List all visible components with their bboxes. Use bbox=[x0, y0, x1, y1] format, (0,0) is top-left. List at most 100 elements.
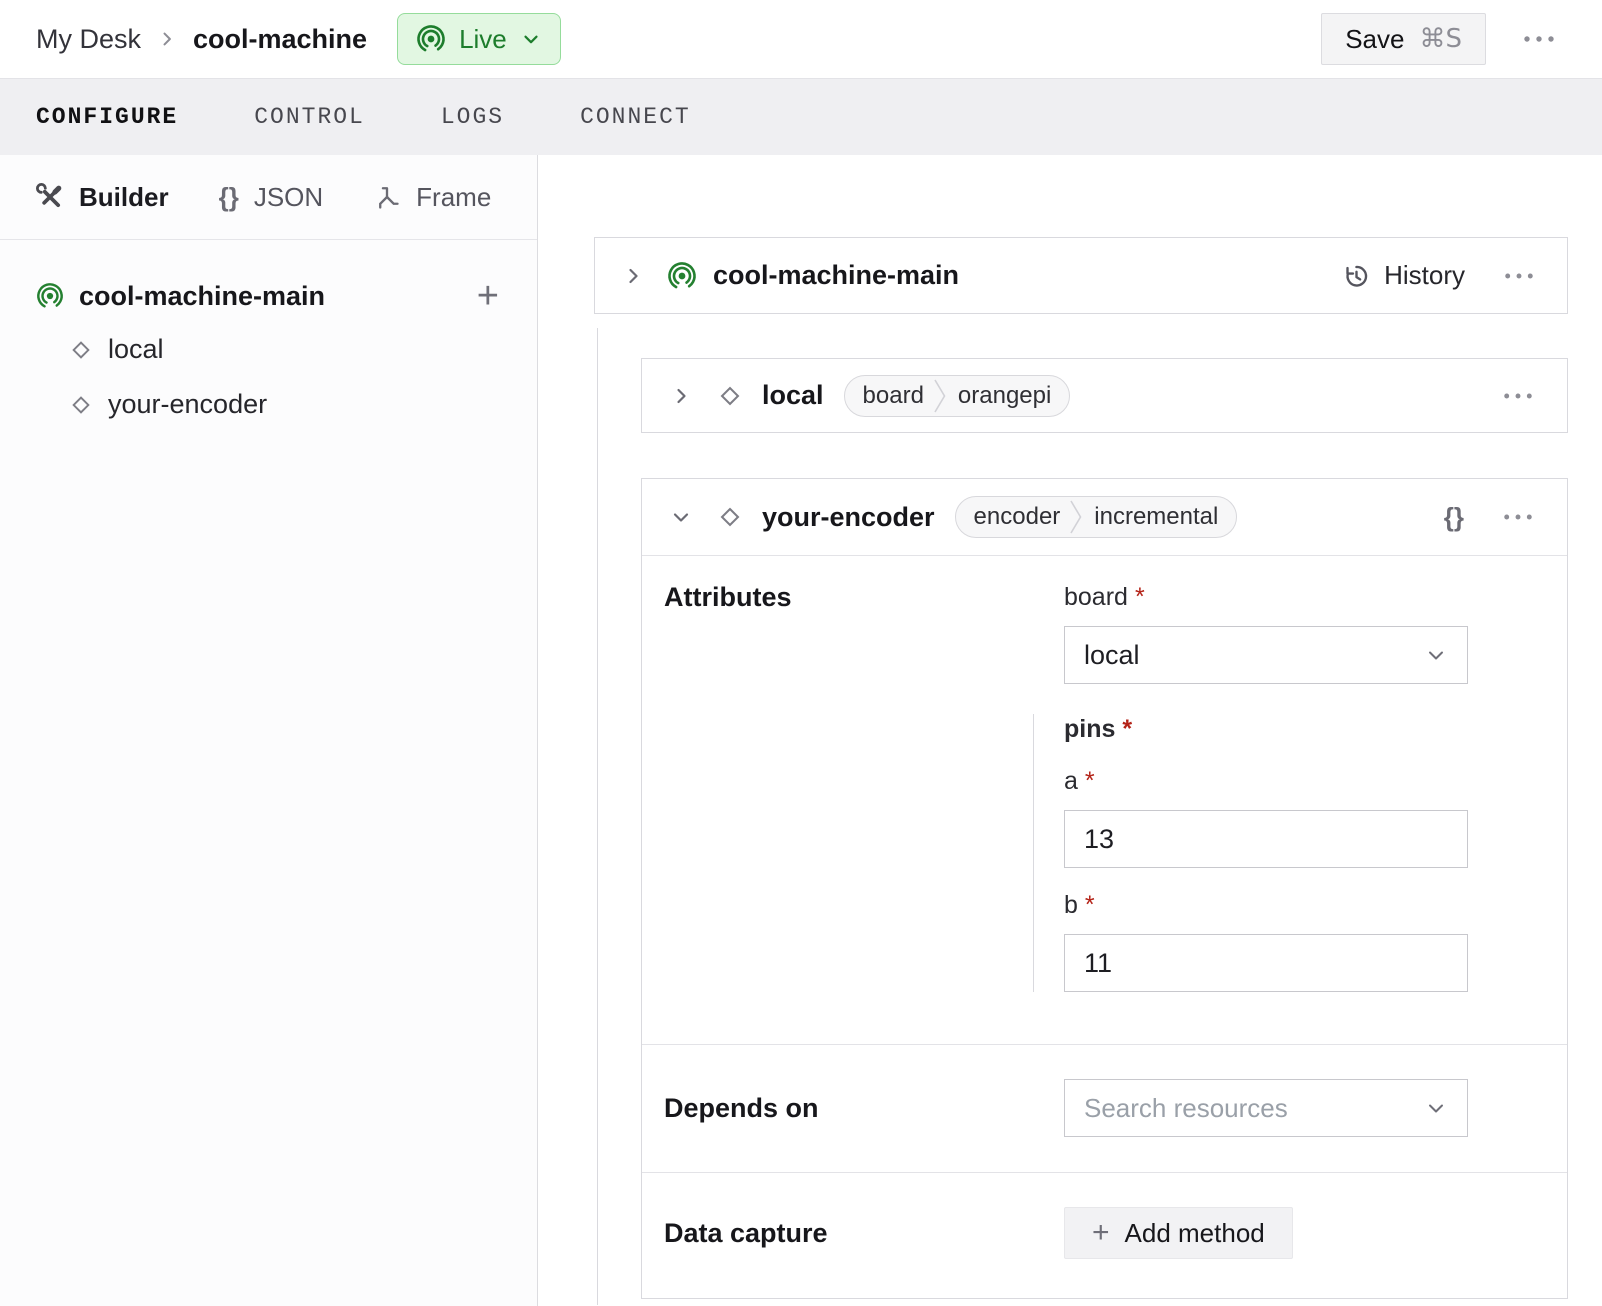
diamond-icon bbox=[69, 338, 93, 362]
braces-icon: {} bbox=[219, 182, 239, 213]
diamond-icon bbox=[717, 504, 743, 530]
add-resource-button[interactable]: + bbox=[477, 277, 499, 315]
save-button[interactable]: Save ⌘S bbox=[1321, 13, 1486, 65]
plus-icon: + bbox=[1092, 1218, 1110, 1248]
history-icon bbox=[1341, 261, 1371, 291]
view-tab-frame[interactable]: Frame bbox=[373, 182, 491, 213]
ellipsis-icon bbox=[1502, 391, 1534, 401]
live-broadcast-icon bbox=[667, 261, 697, 291]
machine-part-card: cool-machine-main History bbox=[594, 237, 1568, 314]
board-field-label: board* bbox=[1064, 582, 1468, 612]
view-tab-json-label: JSON bbox=[254, 182, 323, 213]
history-label: History bbox=[1384, 260, 1465, 291]
expand-local-card-button[interactable] bbox=[669, 384, 693, 408]
breadcrumb: My Desk cool-machine bbox=[36, 24, 367, 55]
board-select-value: local bbox=[1084, 640, 1140, 671]
pin-a-field: a* bbox=[1064, 766, 1468, 868]
live-label: Live bbox=[459, 24, 507, 55]
pins-group: pins* a* b* bbox=[1033, 714, 1468, 992]
config-sidebar: Builder {} JSON Frame bbox=[0, 155, 538, 1306]
pin-a-label-text: a bbox=[1064, 767, 1078, 795]
top-bar: My Desk cool-machine Live Save ⌘S bbox=[0, 0, 1602, 78]
pin-a-label: a* bbox=[1064, 766, 1468, 796]
tree-item-machine-part[interactable]: cool-machine-main + bbox=[36, 270, 501, 322]
history-button[interactable]: History bbox=[1341, 260, 1465, 291]
tree-item-your-encoder[interactable]: your-encoder bbox=[69, 377, 501, 432]
resource-type-badge: board orangepi bbox=[844, 375, 1071, 417]
machine-part-card-title: cool-machine-main bbox=[713, 260, 959, 291]
tree-machine-part-label: cool-machine-main bbox=[79, 281, 325, 312]
collapse-encoder-card-button[interactable] bbox=[669, 505, 693, 529]
required-marker: * bbox=[1122, 715, 1132, 743]
depends-on-placeholder: Search resources bbox=[1084, 1093, 1288, 1124]
add-method-button[interactable]: + Add method bbox=[1064, 1207, 1293, 1259]
diamond-icon bbox=[717, 383, 743, 409]
config-main: cool-machine-main History bbox=[538, 155, 1602, 1306]
badge-type: board bbox=[845, 382, 932, 410]
view-tab-builder[interactable]: Builder bbox=[36, 182, 169, 213]
save-label: Save bbox=[1345, 24, 1404, 55]
topbar-menu-button[interactable] bbox=[1516, 28, 1562, 50]
encoder-card-menu-button[interactable] bbox=[1496, 506, 1540, 528]
tab-logs[interactable]: LOGS bbox=[441, 104, 504, 130]
diamond-icon bbox=[69, 393, 93, 417]
ellipsis-icon bbox=[1503, 271, 1535, 281]
breadcrumb-current: cool-machine bbox=[193, 24, 367, 55]
braces-icon: {} bbox=[1444, 502, 1464, 533]
local-card-title: local bbox=[762, 380, 824, 411]
attributes-section: Attributes board* local pin bbox=[642, 556, 1567, 1044]
view-tab-frame-label: Frame bbox=[416, 182, 491, 213]
machine-tab-bar: CONFIGURE CONTROL LOGS CONNECT bbox=[0, 78, 1602, 155]
tree-item-label: local bbox=[108, 334, 164, 365]
badge-model: orangepi bbox=[948, 382, 1069, 410]
required-marker: * bbox=[1135, 583, 1145, 611]
depends-on-section: Depends on Search resources bbox=[642, 1044, 1567, 1172]
encoder-card-title: your-encoder bbox=[762, 502, 935, 533]
save-shortcut: ⌘S bbox=[1419, 24, 1462, 54]
live-status-button[interactable]: Live bbox=[397, 13, 561, 65]
tab-connect[interactable]: CONNECT bbox=[580, 104, 691, 130]
board-label-text: board bbox=[1064, 583, 1128, 611]
resource-type-badge: encoder incremental bbox=[955, 496, 1238, 538]
tab-control[interactable]: CONTROL bbox=[254, 104, 365, 130]
frame-axes-icon bbox=[373, 183, 401, 211]
badge-divider-icon bbox=[932, 375, 948, 417]
required-marker: * bbox=[1085, 891, 1095, 919]
tab-configure[interactable]: CONFIGURE bbox=[36, 104, 178, 130]
ellipsis-icon bbox=[1502, 512, 1534, 522]
resource-cards: local board orangepi bbox=[641, 358, 1568, 1299]
pins-group-label: pins* bbox=[1064, 714, 1468, 744]
badge-divider-icon bbox=[1068, 496, 1084, 538]
tree-item-local[interactable]: local bbox=[69, 322, 501, 377]
breadcrumb-root[interactable]: My Desk bbox=[36, 24, 141, 55]
depends-on-select[interactable]: Search resources bbox=[1064, 1079, 1468, 1137]
view-tab-builder-label: Builder bbox=[79, 182, 169, 213]
encoder-json-button[interactable]: {} bbox=[1438, 496, 1470, 539]
chevron-down-icon bbox=[669, 505, 693, 529]
machine-card-menu-button[interactable] bbox=[1497, 265, 1541, 287]
topbar-actions: Save ⌘S bbox=[1321, 13, 1562, 65]
attributes-heading: Attributes bbox=[664, 582, 1064, 992]
view-tab-json[interactable]: {} JSON bbox=[219, 182, 324, 213]
pin-a-input[interactable] bbox=[1064, 810, 1468, 868]
viam-app: My Desk cool-machine Live Save ⌘S bbox=[0, 0, 1602, 1306]
pin-b-input[interactable] bbox=[1064, 934, 1468, 992]
expand-machine-card-button[interactable] bbox=[621, 264, 645, 288]
pin-b-label-text: b bbox=[1064, 891, 1078, 919]
attributes-form: board* local pins* bbox=[1064, 582, 1468, 992]
badge-type: encoder bbox=[956, 503, 1069, 531]
required-marker: * bbox=[1085, 767, 1095, 795]
board-select[interactable]: local bbox=[1064, 626, 1468, 684]
chevron-right-icon bbox=[157, 29, 177, 49]
live-broadcast-icon bbox=[416, 24, 446, 54]
view-mode-tabs: Builder {} JSON Frame bbox=[0, 155, 537, 240]
chevron-right-icon bbox=[669, 384, 693, 408]
local-card-menu-button[interactable] bbox=[1496, 385, 1540, 407]
local-board-card: local board orangepi bbox=[641, 358, 1568, 433]
chevron-down-icon bbox=[1424, 643, 1448, 667]
tree-item-label: your-encoder bbox=[108, 389, 267, 420]
live-broadcast-icon bbox=[36, 282, 64, 310]
data-capture-heading: Data capture bbox=[664, 1218, 1064, 1249]
ellipsis-icon bbox=[1522, 34, 1556, 44]
add-method-label: Add method bbox=[1125, 1218, 1265, 1249]
